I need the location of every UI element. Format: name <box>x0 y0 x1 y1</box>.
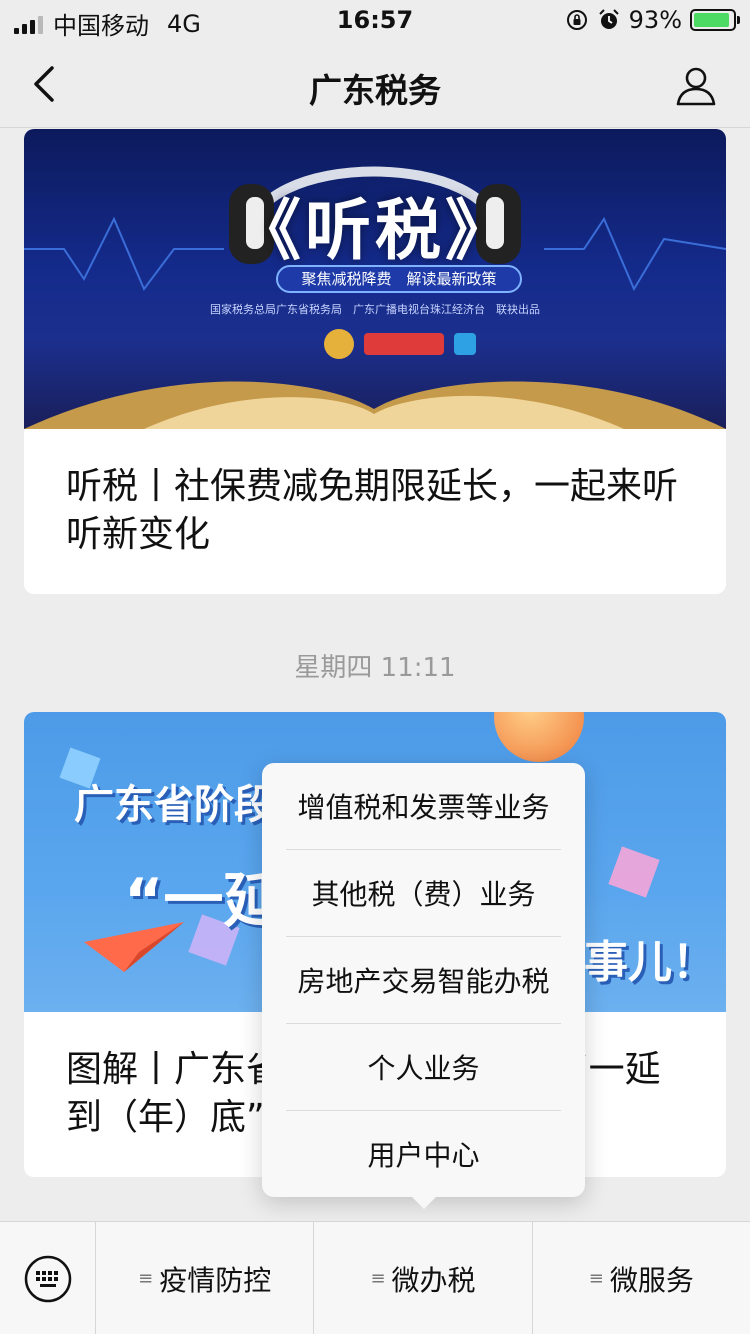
channel-logo <box>454 333 476 355</box>
keyboard-icon <box>24 1255 71 1302</box>
submenu-item-vat-invoice[interactable]: 增值税和发票等业务 <box>262 763 585 849</box>
tax-emblem-logo <box>324 329 354 359</box>
menu-label: 微服务 <box>609 1263 694 1297</box>
banner-cube <box>608 846 660 898</box>
menu-micro-service[interactable]: ≡ 微服务 <box>533 1222 750 1334</box>
submenu-item-other-tax[interactable]: 其他税（费）业务 <box>262 850 585 936</box>
submenu-popup: 增值税和发票等业务 其他税（费）业务 房地产交易智能办税 个人业务 用户中心 <box>262 763 585 1209</box>
banner-orb <box>494 712 584 762</box>
banner-quote: “一延 <box>124 866 284 936</box>
menu-lines-icon: ≡ <box>588 1268 604 1289</box>
menu-epidemic-control[interactable]: ≡ 疫情防控 <box>96 1222 315 1334</box>
banner-logos <box>324 329 476 359</box>
page-title: 广东税务 <box>309 71 441 110</box>
article-card[interactable]: 《听税》 聚焦减税降费 解读最新政策 国家税务总局广东省税务局 广东广播电视台珠… <box>24 129 726 594</box>
rotation-lock-icon <box>566 10 587 30</box>
banner-subline: 国家税务总局广东省税务局 广东广播电视台珠江经济台 联袂出品 <box>210 303 540 316</box>
banner-right-text: 事儿！ <box>584 937 716 988</box>
status-bar: 中国移动 4G 16:57 93% <box>0 0 750 40</box>
nav-bar: 广东税务 <box>0 40 750 128</box>
menu-label: 微办税 <box>391 1263 476 1297</box>
article-title: 听税丨社保费减免期限延长，一起来听听新变化 <box>66 466 679 555</box>
battery-charging-icon <box>690 9 740 31</box>
submenu-item-user-center[interactable]: 用户中心 <box>262 1111 585 1197</box>
menu-micro-tax[interactable]: ≡ 微办税 <box>314 1222 533 1334</box>
menu-lines-icon: ≡ <box>370 1268 386 1289</box>
article-banner-image: 《听税》 聚焦减税降费 解读最新政策 国家税务总局广东省税务局 广东广播电视台珠… <box>24 129 726 429</box>
battery-level <box>694 13 730 27</box>
bottom-menu-bar: ≡ 疫情防控 ≡ 微办税 ≡ 微服务 <box>0 1221 750 1334</box>
banner-tagline: 聚焦减税降费 解读最新政策 <box>276 265 522 293</box>
alarm-icon <box>598 9 619 29</box>
banner-headline: 《听税》 <box>235 192 515 269</box>
menu-lines-icon: ≡ <box>138 1268 154 1289</box>
battery-percent: 93% <box>628 6 682 34</box>
submenu-item-personal[interactable]: 个人业务 <box>262 1024 585 1110</box>
status-right: 93% <box>565 6 740 34</box>
submenu-item-real-estate[interactable]: 房地产交易智能办税 <box>262 937 585 1023</box>
message-timestamp: 星期四 11:11 <box>294 653 456 683</box>
radio-station-logo <box>364 333 444 355</box>
menu-label: 疫情防控 <box>159 1263 272 1297</box>
user-icon[interactable] <box>672 62 720 110</box>
keyboard-toggle-button[interactable] <box>0 1222 96 1334</box>
